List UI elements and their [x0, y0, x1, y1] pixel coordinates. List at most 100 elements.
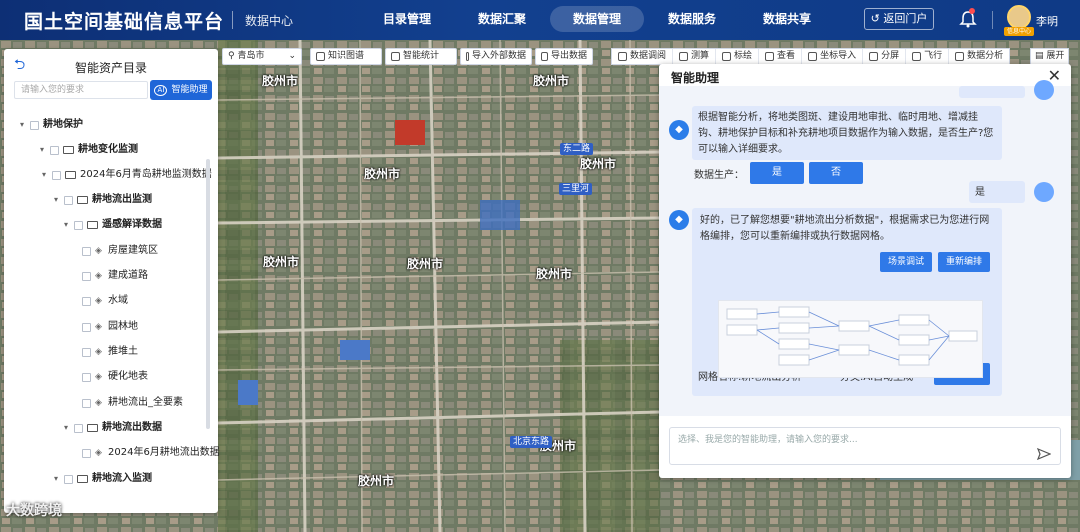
tree-node[interactable]: ▾ 2024年6月青岛耕地监测数据	[42, 165, 212, 185]
yes-button[interactable]: 是	[750, 162, 804, 184]
export-data-button[interactable]: 导出数据	[535, 48, 593, 65]
tree-node[interactable]: ◈ 2024年6月耕地流出数据	[82, 443, 220, 463]
user-avatar[interactable]	[1007, 5, 1031, 29]
tool-plot[interactable]: 标绘	[716, 49, 760, 64]
tree-node[interactable]: ▾ 遥感解译数据	[64, 215, 162, 235]
tree-node[interactable]: ◈ 耕地流出_全要素	[82, 393, 183, 413]
tool-data-view[interactable]: 数据调阅	[612, 49, 674, 64]
grid-preview-thumbnail[interactable]	[718, 300, 983, 378]
smart-statistics-button[interactable]: 智能统计	[385, 48, 457, 65]
assistant-input[interactable]: 选择、我是您的智能助理，请输入您的要求...	[669, 427, 1061, 465]
folder-icon	[77, 196, 88, 204]
checkbox[interactable]	[82, 246, 91, 256]
smart-assistant-button[interactable]: AI 智能助理	[150, 80, 212, 100]
folder-icon	[87, 221, 98, 229]
tree-node[interactable]: ◈ 园林地	[82, 317, 138, 337]
tool-data-analysis[interactable]: 数据分析	[949, 49, 1009, 64]
layers-icon: ◈	[95, 346, 102, 357]
checkbox[interactable]	[82, 296, 91, 306]
checkbox[interactable]	[82, 448, 91, 458]
tree-node-label: 推堆土	[108, 346, 138, 357]
plot-icon	[722, 52, 732, 61]
checkbox[interactable]	[82, 322, 91, 332]
nav-data-management[interactable]: 数据管理	[550, 6, 644, 32]
map-place-label: 胶州市	[263, 255, 300, 269]
tree-node[interactable]: ▾ 耕地保护	[20, 115, 83, 135]
tree-node[interactable]: ▾ 耕地流出数据	[64, 418, 162, 438]
rearrange-button[interactable]: 重新编排	[938, 252, 990, 272]
tree-node[interactable]: ▾ 耕地流出监测	[54, 190, 152, 210]
notification-bell-icon[interactable]	[958, 9, 978, 29]
tree-node[interactable]: ◈ 建成道路	[82, 266, 148, 286]
caret-down-icon[interactable]: ▾	[54, 190, 64, 210]
eye-icon	[765, 52, 775, 61]
expand-label: 展开	[1046, 51, 1065, 61]
tree-node[interactable]: ▾ 耕地变化监测	[40, 140, 138, 160]
layers-icon: ◈	[95, 447, 102, 458]
checkbox[interactable]	[82, 398, 91, 408]
tree-node-label: 水域	[108, 295, 128, 306]
tool-split-screen[interactable]: 分屏	[863, 49, 907, 64]
nav-data-sharing[interactable]: 数据共享	[740, 6, 834, 32]
tree-node[interactable]: ◈ 硬化地表	[82, 367, 148, 387]
nav-catalog[interactable]: 目录管理	[360, 6, 454, 32]
tree-node-label: 耕地流入监测	[92, 473, 152, 484]
tree-node[interactable]: ◈ 推堆土	[82, 342, 138, 362]
caret-down-icon[interactable]: ▾	[20, 115, 30, 135]
scene-debug-button[interactable]: 场景调试	[880, 252, 932, 272]
chat-area[interactable]: ◆ 根据智能分析，将地类图斑、建设用地审批、临时用地、增减挂钩、耕地保护目标和补…	[659, 80, 1071, 416]
checkbox[interactable]	[74, 423, 83, 433]
checkbox[interactable]	[50, 145, 59, 155]
import-external-data-button[interactable]: 导入外部数据	[460, 48, 532, 65]
tree-scrollbar[interactable]	[206, 159, 210, 429]
tool-label: 数据分析	[967, 51, 1004, 61]
chevron-down-icon: ⌄	[288, 51, 296, 61]
expand-button[interactable]: ▤ 展开	[1030, 48, 1070, 65]
tool-measure[interactable]: 测算	[673, 49, 717, 64]
tool-label: 飞行	[924, 51, 943, 61]
tree-node[interactable]: ◈ 房屋建筑区	[82, 241, 158, 261]
nav-data-service[interactable]: 数据服务	[645, 6, 739, 32]
layers-icon: ◈	[95, 245, 102, 256]
tree-node[interactable]: ▾ 耕地流入监测	[54, 469, 152, 489]
no-button[interactable]: 否	[809, 162, 863, 184]
user-name[interactable]: 李明	[1036, 13, 1058, 29]
tool-fly[interactable]: 飞行	[906, 49, 950, 64]
checkbox[interactable]	[30, 120, 39, 130]
tool-coordinate-import[interactable]: 坐标导入	[802, 49, 864, 64]
caret-down-icon[interactable]: ▾	[64, 418, 74, 438]
checkbox[interactable]	[82, 372, 91, 382]
knowledge-graph-button[interactable]: 知识图谱	[310, 48, 382, 65]
tree-node-label: 建成道路	[108, 270, 148, 281]
tree-node-label: 园林地	[108, 321, 138, 332]
top-navigation-bar: 国土空间基础信息平台 数据中心 目录管理 数据汇聚 数据管理 数据服务 数据共享…	[0, 0, 1080, 40]
caret-down-icon[interactable]: ▾	[42, 165, 52, 185]
ruler-icon	[679, 52, 689, 61]
tree-node[interactable]: ◈ 水域	[82, 291, 128, 311]
panel-title: 智能资产目录	[74, 61, 147, 75]
module-subtitle: 数据中心	[245, 14, 294, 28]
map-place-label: 胶州市	[536, 267, 573, 281]
tree-node-label: 耕地流出_全要素	[108, 397, 183, 408]
data-production-label: 数据生产：	[694, 170, 744, 181]
caret-down-icon[interactable]: ▾	[54, 469, 64, 489]
checkbox[interactable]	[74, 220, 83, 230]
checkbox[interactable]	[64, 195, 73, 205]
tool-view[interactable]: 查看	[759, 49, 803, 64]
graph-icon	[316, 52, 325, 61]
checkbox[interactable]	[82, 347, 91, 357]
caret-down-icon[interactable]: ▾	[64, 215, 74, 235]
caret-down-icon[interactable]: ▾	[40, 140, 50, 160]
nav-aggregation[interactable]: 数据汇聚	[455, 6, 549, 32]
asset-catalog-panel: ⮌ 智能资产目录 请输入您的要求 AI 智能助理 ▾ 耕地保护 ▾ 耕地变化监测…	[4, 49, 220, 513]
checkbox[interactable]	[52, 170, 61, 180]
smart-statistics-label: 智能统计	[403, 51, 440, 61]
send-icon[interactable]	[1037, 448, 1051, 460]
city-select[interactable]: ⚲ 青岛市 ⌄	[222, 48, 302, 65]
checkbox[interactable]	[64, 474, 73, 484]
catalog-search-input[interactable]: 请输入您的要求	[14, 81, 148, 99]
import-icon	[466, 52, 469, 61]
checkbox[interactable]	[82, 271, 91, 281]
analysis-icon	[955, 52, 965, 61]
return-portal-button[interactable]: ↺ 返回门户	[864, 8, 934, 30]
